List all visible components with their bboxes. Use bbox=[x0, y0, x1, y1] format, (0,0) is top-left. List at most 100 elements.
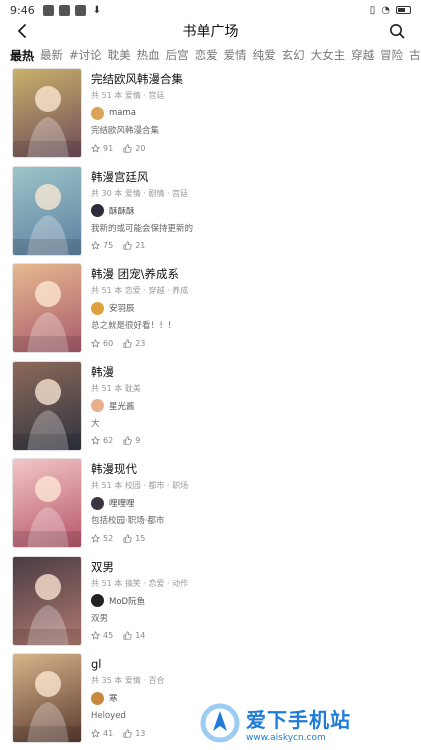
tab-4[interactable]: 热血 bbox=[137, 47, 160, 63]
tab-11[interactable]: 穿越 bbox=[351, 47, 374, 63]
like-button[interactable]: 9 bbox=[123, 436, 140, 445]
booklist-meta: 共 51 本 恋爱 · 穿越 · 养成 bbox=[91, 285, 411, 297]
tab-8[interactable]: 纯爱 bbox=[253, 47, 276, 63]
booklist-author[interactable]: 哩哩哩 bbox=[91, 496, 411, 510]
favorite-count: 75 bbox=[103, 241, 114, 250]
tab-9[interactable]: 玄幻 bbox=[282, 47, 305, 63]
tab-1[interactable]: 最新 bbox=[40, 47, 63, 63]
like-button[interactable]: 14 bbox=[123, 631, 145, 640]
tab-6[interactable]: 恋爱 bbox=[195, 47, 218, 63]
booklist-title[interactable]: 韩漫 bbox=[91, 364, 411, 380]
tab-7[interactable]: 爱情 bbox=[224, 47, 247, 63]
favorite-button[interactable]: 45 bbox=[91, 631, 113, 640]
star-icon bbox=[91, 728, 100, 737]
book-count: 共 51 本 bbox=[91, 578, 123, 588]
thumbs-up-icon bbox=[123, 338, 132, 348]
booklist-title[interactable]: 韩漫 团宠\养成系 bbox=[91, 266, 411, 282]
tab-13[interactable]: 古风 bbox=[409, 47, 421, 63]
book-count: 共 35 本 bbox=[91, 676, 123, 685]
cover-illustration bbox=[13, 183, 81, 255]
booklist-author[interactable]: MoD阮鱼 bbox=[91, 594, 411, 608]
booklist-stats: 60 23 bbox=[91, 337, 411, 349]
tab-0[interactable]: 最热 bbox=[10, 47, 34, 64]
star-icon bbox=[91, 143, 100, 152]
cover-illustration bbox=[13, 281, 81, 352]
like-button[interactable]: 23 bbox=[123, 339, 145, 348]
booklist-cover[interactable] bbox=[12, 165, 82, 256]
booklist-author[interactable]: mama bbox=[91, 106, 411, 120]
like-count: 20 bbox=[135, 143, 146, 153]
booklist-card[interactable]: 韩漫 团宠\养成系共 51 本 恋爱 · 穿越 · 养成安羽辰总之就是很好看！！… bbox=[0, 263, 421, 361]
booklist-title[interactable]: 韩漫宫廷风 bbox=[91, 169, 411, 185]
status-time: 9:46 bbox=[10, 3, 35, 17]
booklist-author[interactable]: 星光酱 bbox=[91, 399, 411, 413]
booklist-stats: 45 14 bbox=[91, 630, 411, 642]
booklist-cover[interactable] bbox=[12, 360, 82, 451]
star-icon bbox=[91, 631, 100, 640]
search-button[interactable] bbox=[387, 21, 407, 41]
booklist-card[interactable]: 韩漫现代共 51 本 校园 · 都市 · 职场 哩哩哩 包括校园·职场·都市 52 15 bbox=[0, 458, 421, 556]
search-icon bbox=[390, 24, 405, 39]
booklist-card[interactable]: 韩漫宫廷风共 30 本 爱情 · 剧情 · 宫廷酥酥酥我新的或可能会保持更新的 7… bbox=[0, 165, 421, 264]
avatar bbox=[91, 106, 104, 120]
book-count: 共 51 本 bbox=[91, 481, 123, 490]
booklist-card[interactable]: 韩漫共 51 本 耽美星光酱大 62 9 bbox=[0, 360, 421, 459]
favorite-button[interactable]: 91 bbox=[91, 144, 113, 153]
favorite-button[interactable]: 75 bbox=[91, 241, 113, 250]
tab-2[interactable]: #讨论 bbox=[69, 47, 102, 63]
booklist-cover[interactable] bbox=[12, 458, 82, 548]
favorite-button[interactable]: 60 bbox=[91, 339, 113, 348]
like-count: 21 bbox=[135, 241, 146, 250]
book-count: 共 51 本 bbox=[91, 286, 123, 295]
author-name: 寒 bbox=[109, 694, 118, 704]
booklist-tags: 校园 · 都市 · 职场 bbox=[124, 481, 189, 490]
like-button[interactable]: 21 bbox=[123, 241, 145, 250]
booklist-description: 总之就是很好看！！！ bbox=[91, 321, 177, 331]
booklist-cover[interactable] bbox=[12, 68, 82, 158]
favorite-button[interactable]: 41 bbox=[91, 729, 113, 738]
booklist-cover[interactable] bbox=[12, 653, 82, 743]
booklist-title[interactable]: 双男 bbox=[91, 559, 411, 575]
thumbs-up-icon bbox=[123, 436, 132, 445]
booklist-author[interactable]: 酥酥酥 bbox=[91, 204, 411, 218]
booklist-title[interactable]: gl bbox=[91, 656, 411, 672]
download-icon: ⬇ bbox=[92, 4, 102, 16]
thumbs-up-icon bbox=[123, 728, 132, 738]
tab-3[interactable]: 耽美 bbox=[108, 47, 131, 63]
tab-12[interactable]: 冒险 bbox=[380, 47, 403, 63]
book-count: 共 51 本 bbox=[91, 383, 123, 393]
favorite-button[interactable]: 52 bbox=[91, 534, 113, 543]
star-icon bbox=[91, 436, 100, 445]
like-button[interactable]: 20 bbox=[123, 144, 145, 153]
booklist-cover[interactable] bbox=[12, 263, 82, 353]
back-arrow-icon bbox=[18, 24, 26, 38]
booklist-card[interactable]: 完结欧风韩漫合集共 51 本 爱情 · 宫廷 mama 完结欧风韩漫合集 91 20 bbox=[0, 68, 421, 166]
booklist-tags: 耽美 bbox=[124, 383, 141, 393]
author-name: 星光酱 bbox=[109, 401, 135, 412]
booklist-title[interactable]: 完结欧风韩漫合集 bbox=[91, 71, 411, 87]
notification-icon bbox=[74, 4, 86, 16]
book-count: 共 30 本 bbox=[91, 188, 123, 198]
avatar bbox=[91, 301, 104, 315]
notification-icon bbox=[58, 4, 70, 16]
booklist-description: 大 bbox=[91, 418, 100, 429]
like-button[interactable]: 15 bbox=[123, 534, 145, 543]
booklist-title[interactable]: 韩漫现代 bbox=[91, 461, 411, 477]
booklist-author[interactable]: 安羽辰 bbox=[91, 301, 411, 315]
like-button[interactable]: 13 bbox=[123, 729, 145, 738]
avatar bbox=[91, 204, 104, 217]
tab-5[interactable]: 后宫 bbox=[166, 47, 189, 63]
booklist-meta: 共 35 本 爱情 · 百合 bbox=[91, 675, 411, 687]
battery-icon bbox=[396, 6, 411, 14]
favorite-button[interactable]: 62 bbox=[91, 436, 113, 445]
favorite-count: 91 bbox=[103, 143, 114, 153]
booklist-cover[interactable] bbox=[12, 555, 82, 646]
booklist-stats: 91 20 bbox=[91, 142, 411, 154]
avatar bbox=[91, 496, 104, 510]
booklist-tags: 爱情 · 剧情 · 宫廷 bbox=[124, 188, 189, 198]
back-button[interactable] bbox=[12, 20, 32, 42]
author-name: 安羽辰 bbox=[109, 304, 135, 314]
tab-10[interactable]: 大女主 bbox=[311, 47, 346, 63]
booklist-card[interactable]: 双男共 51 本 搞笑 · 恋爱 · 动作 MoD阮鱼 双男 45 14 bbox=[0, 555, 421, 654]
booklist-description: 我新的或可能会保持更新的 bbox=[91, 223, 194, 234]
